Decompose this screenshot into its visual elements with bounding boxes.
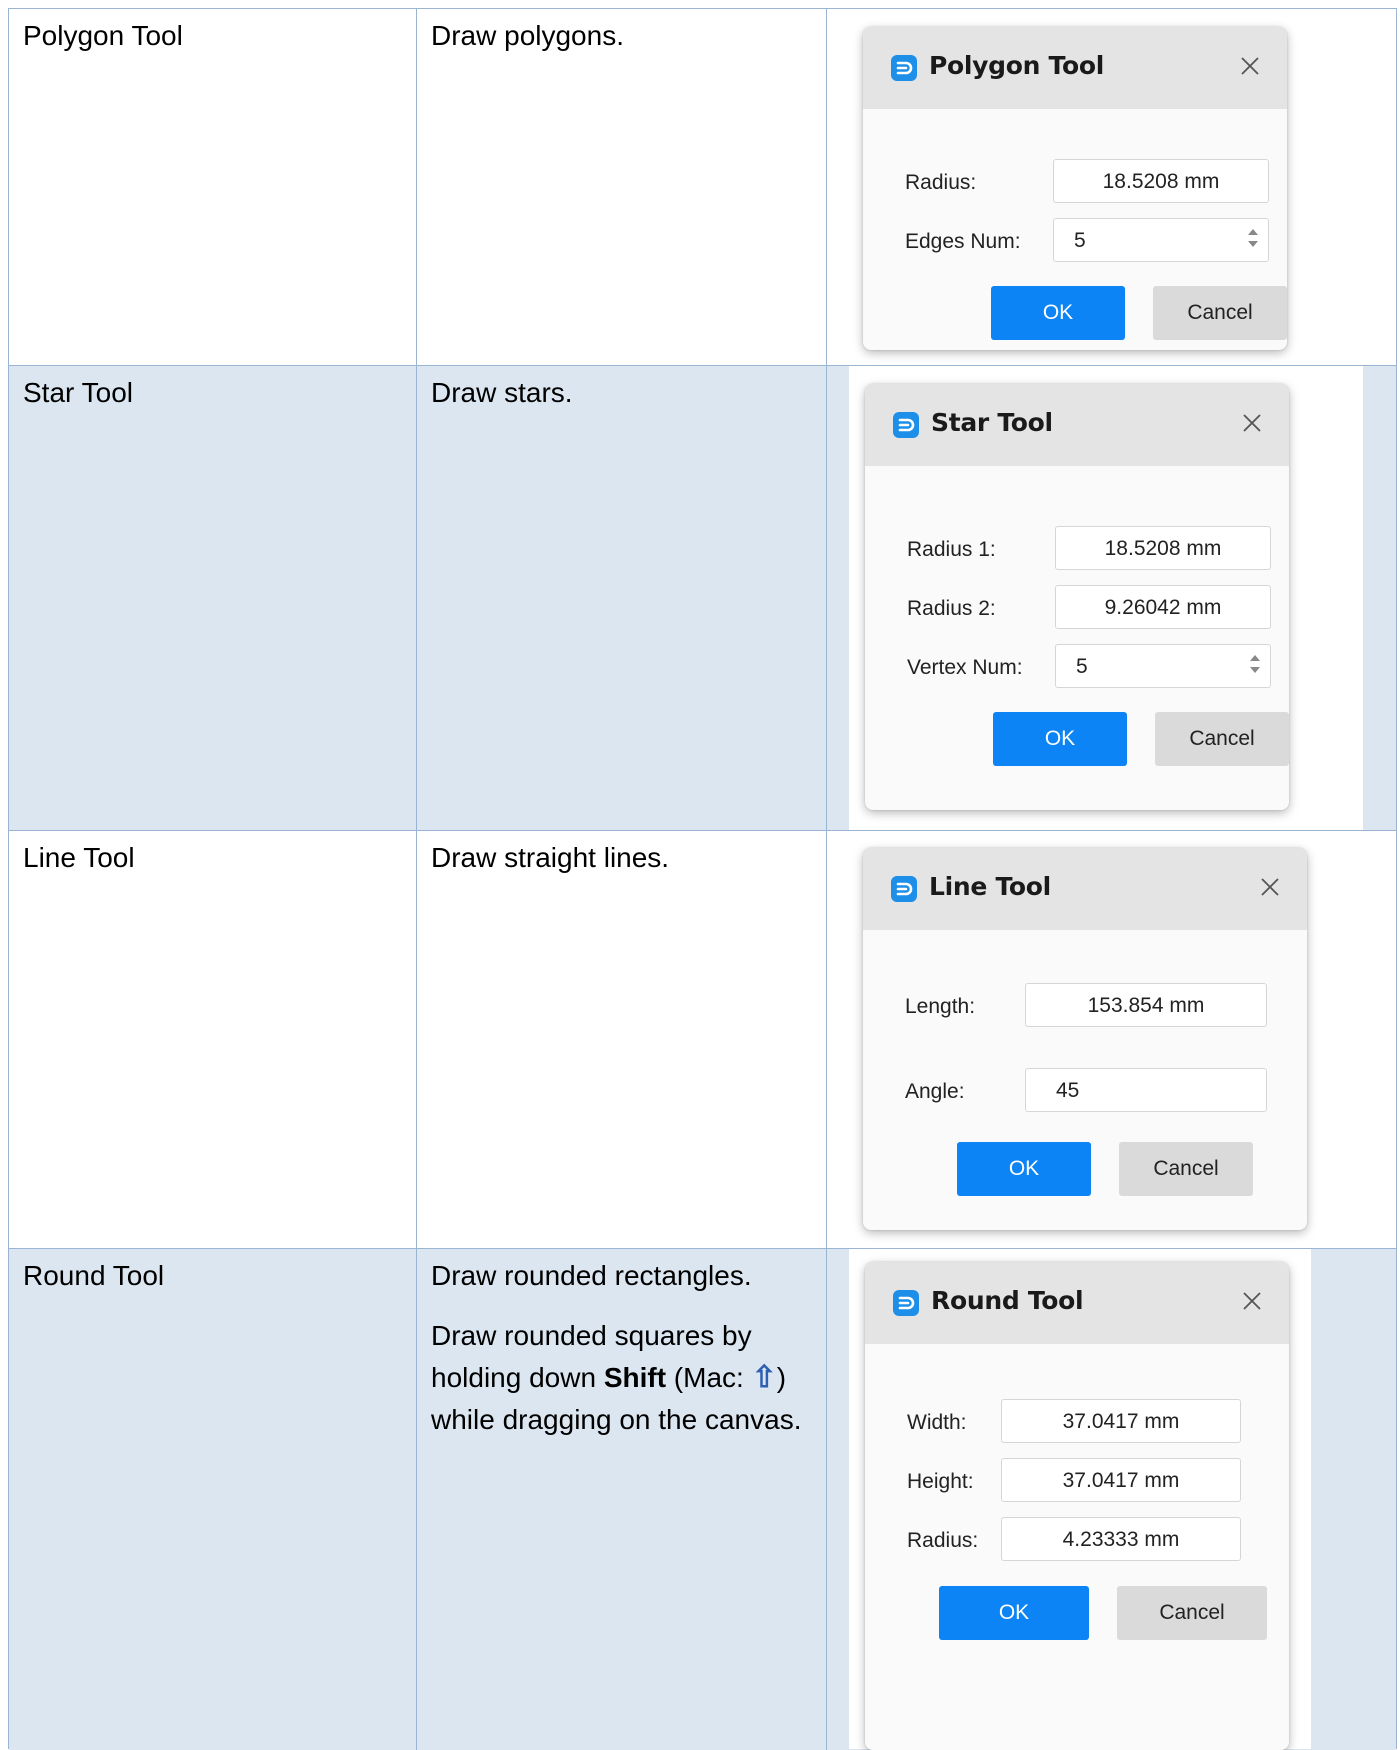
polygon-tool-dialog: Polygon Tool Radius: 18.5208 mm Edges Nu… — [863, 27, 1287, 350]
length-label: Length: — [905, 995, 976, 1018]
tool-description: Draw stars. — [431, 377, 573, 408]
length-input[interactable]: 153.854 mm — [1025, 983, 1267, 1027]
radius-1-label: Radius 1: — [907, 538, 996, 561]
vertex-num-stepper[interactable]: 5 — [1055, 644, 1271, 688]
tool-description-cell: Draw stars. — [417, 366, 827, 830]
dialog-titlebar: Star Tool — [865, 384, 1289, 466]
table-row-polygon: Polygon Tool Draw polygons. Polygon Tool… — [9, 9, 1396, 366]
app-logo-icon — [891, 876, 917, 902]
dialog-title: Star Tool — [931, 408, 1053, 437]
table-row-line: Line Tool Draw straight lines. Line Tool… — [9, 831, 1396, 1249]
spin-arrows-icon[interactable] — [1250, 652, 1260, 680]
ok-button[interactable]: OK — [991, 286, 1125, 340]
tool-description: Draw rounded rectangles. — [431, 1260, 752, 1291]
tool-screenshot-cell: Star Tool Radius 1: 18.5208 mm Radius 2:… — [827, 366, 1398, 830]
app-logo-icon — [893, 1290, 919, 1316]
radius-input[interactable]: 18.5208 mm — [1053, 159, 1269, 203]
tool-description: Draw straight lines. — [431, 842, 670, 873]
dialog-titlebar: Polygon Tool — [863, 27, 1287, 109]
tool-name-cell: Polygon Tool — [9, 9, 417, 365]
edges-num-value: 5 — [1074, 229, 1086, 252]
tool-screenshot-cell: Round Tool Width: 37.0417 mm Height: 37.… — [827, 1249, 1398, 1750]
tools-table: Polygon Tool Draw polygons. Polygon Tool… — [8, 8, 1397, 1750]
dialog-title: Round Tool — [931, 1286, 1084, 1315]
angle-label: Angle: — [905, 1080, 965, 1103]
tool-name-cell: Line Tool — [9, 831, 417, 1248]
close-icon[interactable] — [1239, 1288, 1265, 1314]
cancel-button[interactable]: Cancel — [1117, 1586, 1267, 1640]
tool-screenshot-cell: Polygon Tool Radius: 18.5208 mm Edges Nu… — [827, 9, 1398, 365]
ok-button[interactable]: OK — [957, 1142, 1091, 1196]
app-logo-icon — [891, 55, 917, 81]
dialog-title: Polygon Tool — [929, 51, 1104, 80]
round-tool-dialog: Round Tool Width: 37.0417 mm Height: 37.… — [865, 1262, 1289, 1750]
dialog-titlebar: Line Tool — [863, 848, 1307, 930]
height-label: Height: — [907, 1470, 974, 1493]
ok-button[interactable]: OK — [939, 1586, 1089, 1640]
ok-button[interactable]: OK — [993, 712, 1127, 766]
cancel-button[interactable]: Cancel — [1155, 712, 1289, 766]
close-icon[interactable] — [1257, 874, 1283, 900]
dialog-title: Line Tool — [929, 872, 1051, 901]
radius-label: Radius: — [905, 171, 977, 194]
tool-name: Polygon Tool — [23, 20, 183, 51]
tool-name-cell: Star Tool — [9, 366, 417, 830]
close-icon[interactable] — [1239, 410, 1265, 436]
radius-label: Radius: — [907, 1529, 979, 1552]
radius-input[interactable]: 4.23333 mm — [1001, 1517, 1241, 1561]
tool-description-cell: Draw straight lines. — [417, 831, 827, 1248]
edges-num-stepper[interactable]: 5 — [1053, 218, 1269, 262]
tool-name-cell: Round Tool — [9, 1249, 417, 1750]
edges-num-label: Edges Num: — [905, 230, 1021, 253]
close-icon[interactable] — [1237, 53, 1263, 79]
tool-name: Round Tool — [23, 1260, 165, 1291]
tool-name: Star Tool — [23, 377, 133, 408]
tool-screenshot-cell: Line Tool Length: 153.854 mm Angle: 45 O… — [827, 831, 1398, 1248]
star-tool-dialog: Star Tool Radius 1: 18.5208 mm Radius 2:… — [865, 384, 1289, 810]
dialog-titlebar: Round Tool — [865, 1262, 1289, 1344]
spin-arrows-icon[interactable] — [1248, 226, 1258, 254]
tool-description-cell: Draw rounded rectangles. Draw rounded sq… — [417, 1249, 827, 1750]
radius-2-input[interactable]: 9.26042 mm — [1055, 585, 1271, 629]
tool-name: Line Tool — [23, 842, 135, 873]
width-input[interactable]: 37.0417 mm — [1001, 1399, 1241, 1443]
table-row-star: Star Tool Draw stars. Star Tool Radius 1… — [9, 366, 1396, 831]
tool-description-shift: Draw rounded squares by holding down Shi… — [431, 1320, 802, 1435]
table-row-round: Round Tool Draw rounded rectangles. Draw… — [9, 1249, 1396, 1750]
shift-key: Shift — [603, 1362, 667, 1393]
vertex-num-value: 5 — [1076, 655, 1088, 678]
vertex-num-label: Vertex Num: — [907, 656, 1023, 679]
height-input[interactable]: 37.0417 mm — [1001, 1458, 1241, 1502]
app-logo-icon — [893, 412, 919, 438]
tool-description-cell: Draw polygons. — [417, 9, 827, 365]
line-tool-dialog: Line Tool Length: 153.854 mm Angle: 45 O… — [863, 848, 1307, 1230]
tool-description: Draw polygons. — [431, 20, 624, 51]
cancel-button[interactable]: Cancel — [1153, 286, 1287, 340]
radius-1-input[interactable]: 18.5208 mm — [1055, 526, 1271, 570]
angle-input[interactable]: 45 — [1025, 1068, 1267, 1112]
radius-2-label: Radius 2: — [907, 597, 996, 620]
width-label: Width: — [907, 1411, 967, 1434]
mac-shift-icon: ⇧ — [751, 1361, 777, 1394]
cancel-button[interactable]: Cancel — [1119, 1142, 1253, 1196]
